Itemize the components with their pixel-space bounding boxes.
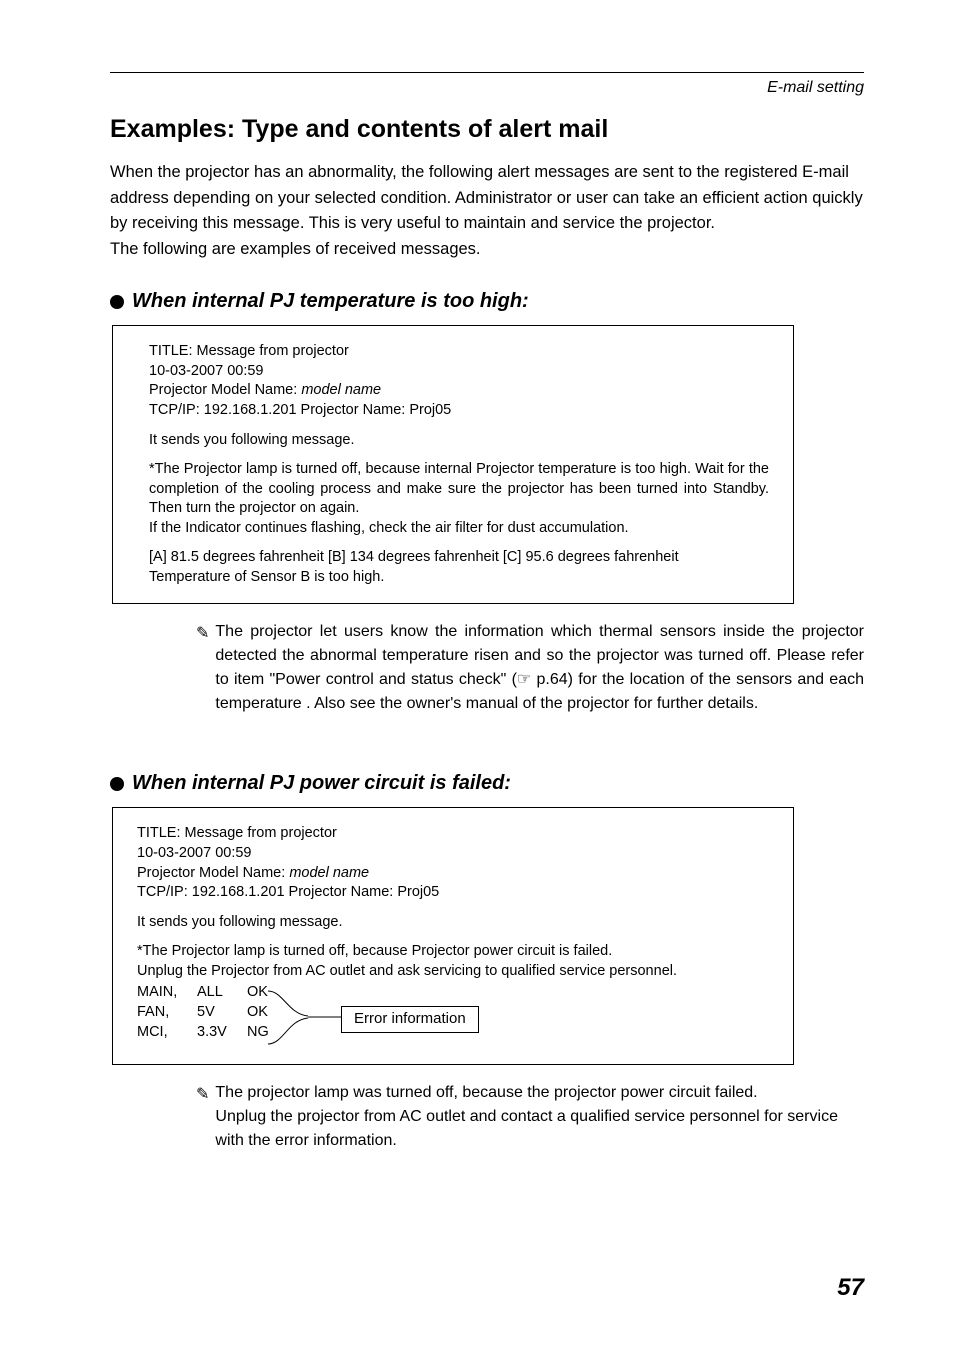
msg-sends-line: It sends you following message.	[149, 431, 769, 451]
msg-model-line: Projector Model Name: model name	[149, 381, 769, 401]
msg-sends-line: It sends you following message.	[137, 913, 769, 933]
note-icon: ✎	[196, 622, 209, 716]
section2-note-text: The projector lamp was turned off, becau…	[215, 1081, 864, 1153]
table-cell: FAN,	[137, 1003, 197, 1023]
bullet-icon	[110, 295, 124, 309]
section1-note: ✎ The projector let users know the infor…	[196, 620, 864, 716]
msg-body2: If the Indicator continues flashing, che…	[149, 519, 769, 539]
section1-heading: When internal PJ temperature is too high…	[110, 290, 864, 313]
top-rule	[110, 72, 864, 73]
msg-model-line: Projector Model Name: model name	[137, 864, 769, 884]
section2-message-box: TITLE: Message from projector 10-03-2007…	[112, 807, 794, 1065]
note-icon: ✎	[196, 1083, 209, 1153]
section2-heading: When internal PJ power circuit is failed…	[110, 772, 864, 795]
msg-date-line: 10-03-2007 00:59	[137, 844, 769, 864]
section1-heading-text: When internal PJ temperature is too high…	[132, 290, 529, 313]
msg-temp-sensor: Temperature of Sensor B is too high.	[149, 568, 769, 588]
error-info-callout: Error information	[341, 1006, 479, 1032]
table-cell: MCI,	[137, 1023, 197, 1043]
section2-note: ✎ The projector lamp was turned off, bec…	[196, 1081, 864, 1153]
msg-date-line: 10-03-2007 00:59	[149, 362, 769, 382]
header-section-label: E-mail setting	[110, 79, 864, 97]
section1-note-text: The projector let users know the informa…	[215, 620, 864, 716]
section1-message-box: TITLE: Message from projector 10-03-2007…	[112, 325, 794, 604]
table-cell: 3.3V	[197, 1023, 247, 1043]
table-cell: MAIN,	[137, 983, 197, 1003]
table-cell: ALL	[197, 983, 247, 1003]
msg-tcpip-line: TCP/IP: 192.168.1.201 Projector Name: Pr…	[149, 401, 769, 421]
msg-title-line: TITLE: Message from projector	[149, 342, 769, 362]
intro-paragraph: When the projector has an abnormality, t…	[110, 160, 864, 262]
msg-tcpip-line: TCP/IP: 192.168.1.201 Projector Name: Pr…	[137, 883, 769, 903]
msg-body1: *The Projector lamp is turned off, becau…	[149, 460, 769, 519]
msg-temp-line: [A] 81.5 degrees fahrenheit [B] 134 degr…	[149, 548, 769, 568]
section2-heading-text: When internal PJ power circuit is failed…	[132, 772, 511, 795]
msg-body2: Unplug the Projector from AC outlet and …	[137, 962, 769, 982]
bullet-icon	[110, 777, 124, 791]
table-cell: 5V	[197, 1003, 247, 1023]
page-title: Examples: Type and contents of alert mai…	[110, 115, 864, 144]
msg-title-line: TITLE: Message from projector	[137, 824, 769, 844]
page-number: 57	[837, 1274, 864, 1302]
msg-body1: *The Projector lamp is turned off, becau…	[137, 942, 769, 962]
